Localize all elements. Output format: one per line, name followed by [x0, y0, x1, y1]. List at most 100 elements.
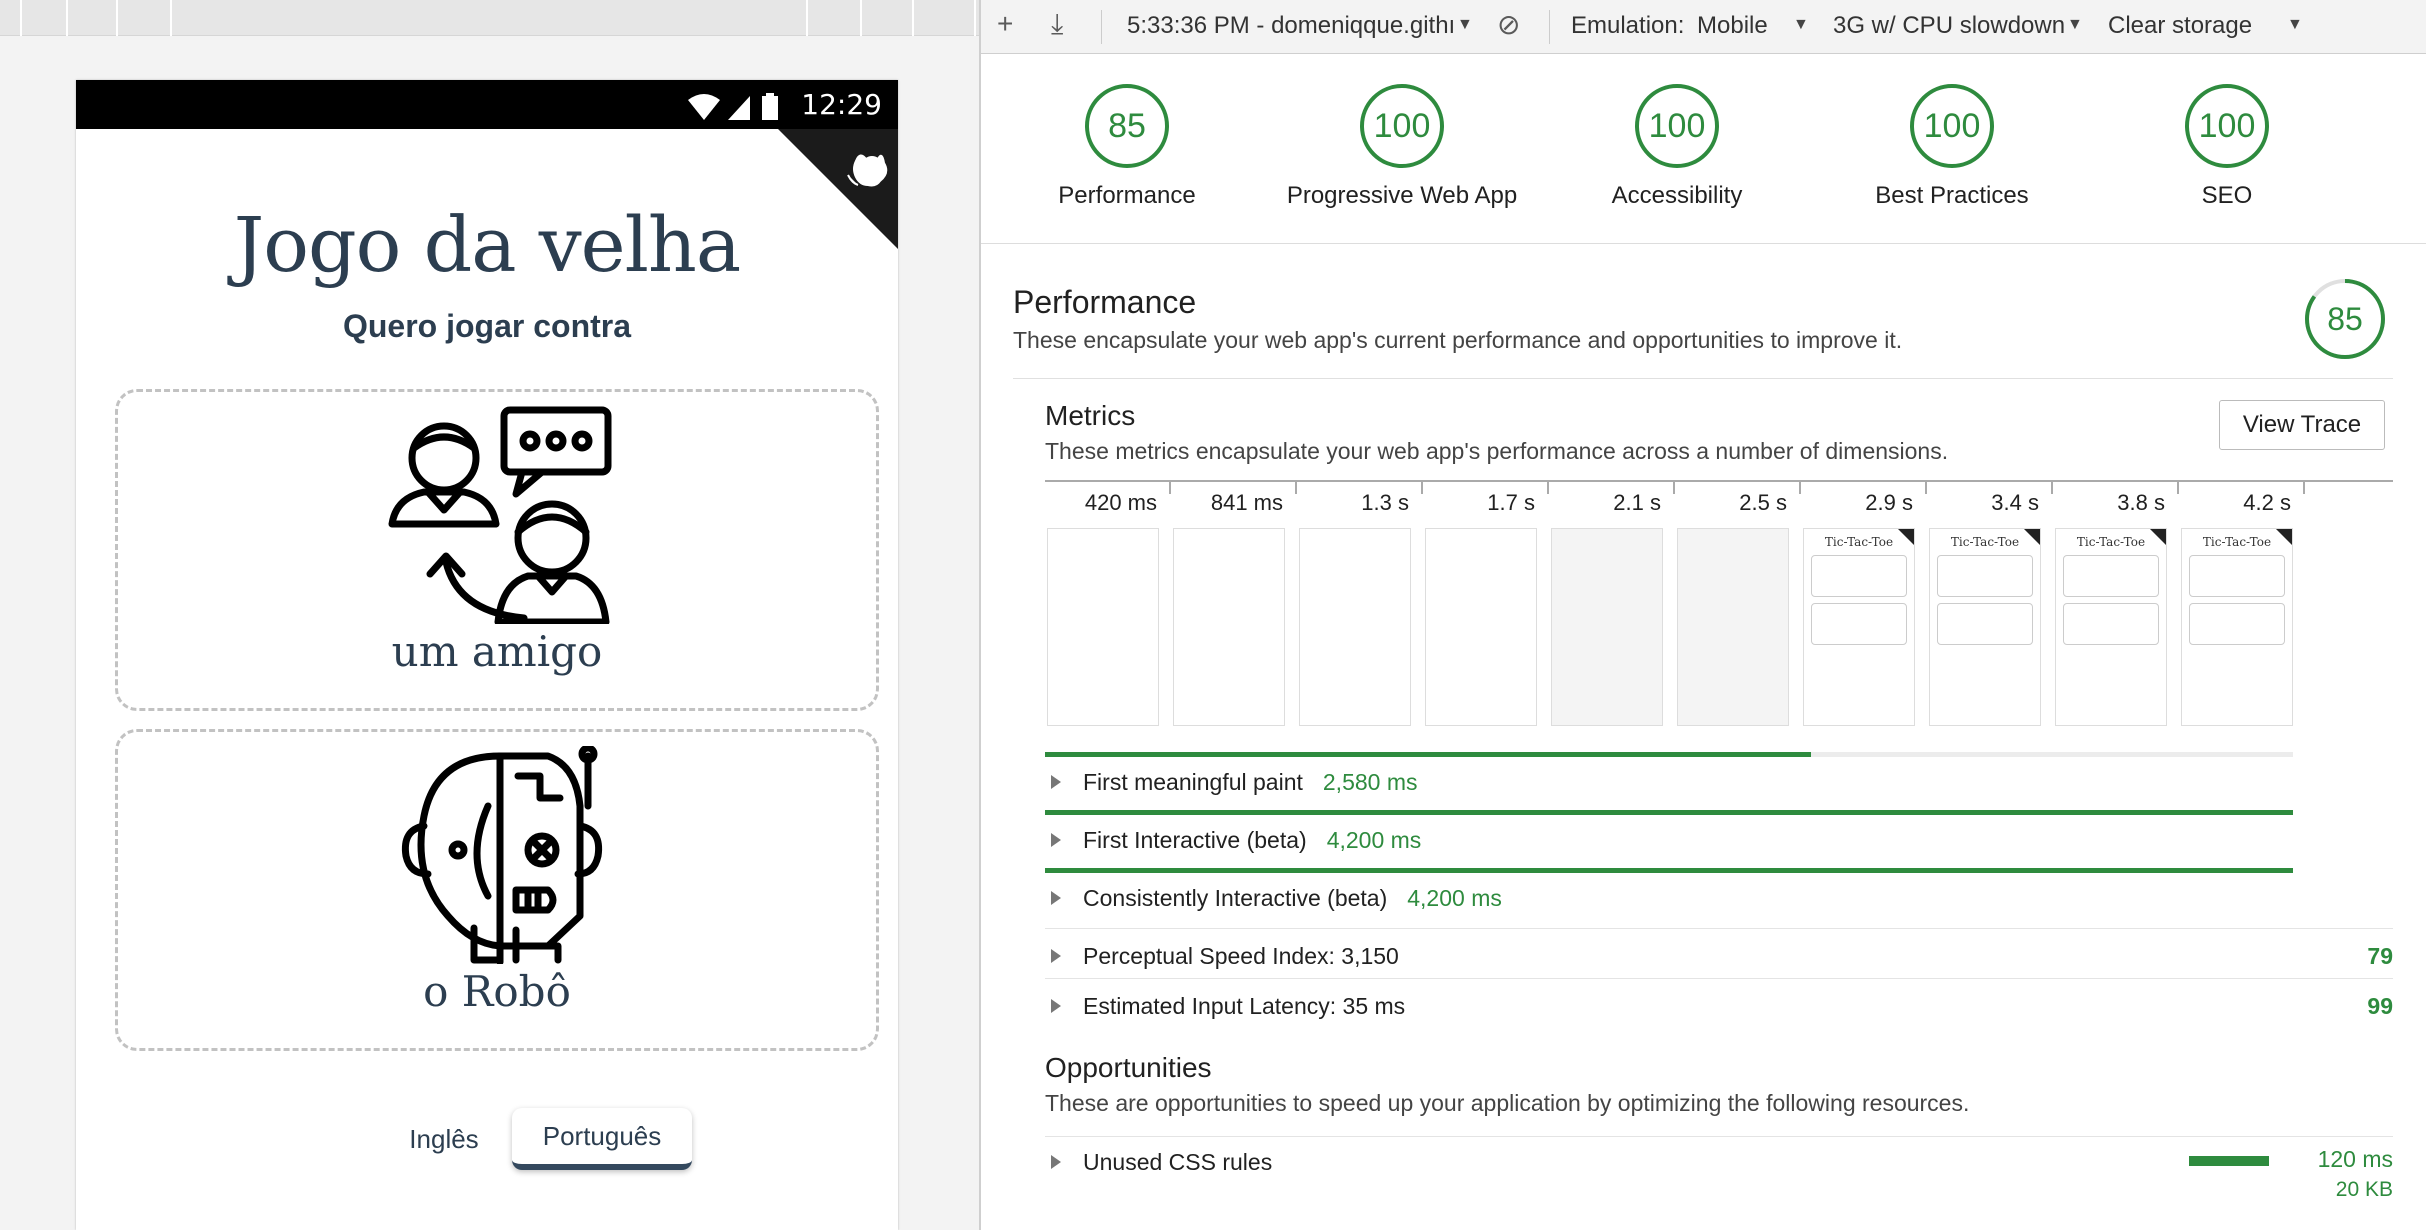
metric-value: 2,580 ms	[1322, 768, 1418, 795]
metric-row[interactable]: First meaningful paint 2,580 ms	[1045, 760, 2393, 804]
status-icons	[686, 92, 786, 127]
expand-triangle-icon[interactable]	[1051, 1155, 1061, 1169]
github-corner-thumb	[2024, 529, 2040, 545]
filmstrip-time: 2.1 s	[1613, 490, 1661, 515]
expand-triangle-icon[interactable]	[1051, 891, 1061, 905]
github-corner-thumb	[2276, 529, 2292, 545]
opportunities-description: These are opportunities to speed up your…	[1045, 1090, 1970, 1116]
metric-row[interactable]: First Interactive (beta) 4,200 ms	[1045, 818, 2393, 862]
opportunity-size-savings: 20 KB	[2335, 1178, 2393, 1201]
status-time: 12:29	[801, 88, 882, 121]
metrics-header: Metrics These metrics encapsulate your w…	[1045, 400, 2045, 465]
metric-row[interactable]: Perceptual Speed Index: 3,150 79	[1045, 934, 2393, 978]
language-english-button[interactable]: Inglês	[356, 1108, 532, 1170]
performance-title: Performance	[1013, 284, 1197, 320]
filmstrip-thumbnail	[1299, 528, 1411, 726]
metric-timeline-bar	[1045, 752, 2293, 757]
language-portuguese-button[interactable]: Português	[512, 1108, 692, 1170]
filmstrip: 420 ms 841 ms 1.3 s 1.7 s 2.1 s 2.5 s 2.9 s Tic…	[1045, 480, 2393, 730]
audits-panel: + ⤓ 5:33:36 PM - domeniqque.githı ▼ ⊘ Em…	[981, 0, 2426, 1230]
score-best-practices[interactable]: 100 Best Practices	[1812, 84, 2092, 210]
metrics-title: Metrics	[1045, 400, 1136, 431]
chevron-down-icon[interactable]: ▼	[2287, 16, 2303, 34]
expand-triangle-icon[interactable]	[1051, 999, 1061, 1013]
filmstrip-thumbnail	[1551, 528, 1663, 726]
github-corner-thumb	[2150, 529, 2166, 545]
play-vs-robot-card[interactable]: o Robô	[115, 729, 879, 1051]
filmstrip-thumbnail	[1173, 528, 1285, 726]
score-pwa[interactable]: 100 Progressive Web App	[1262, 84, 1542, 210]
play-vs-friend-card[interactable]: um amigo	[115, 389, 879, 711]
filmstrip-thumbnail: Tic-Tac-Toe	[2181, 528, 2293, 726]
score-gauge: 100	[1910, 84, 1994, 168]
wifi-icon	[688, 94, 720, 120]
opportunity-label: Unused CSS rules	[1083, 1148, 1273, 1175]
metric-row[interactable]: Consistently Interactive (beta) 4,200 ms	[1045, 876, 2393, 920]
robot-option-label: o Robô	[423, 967, 571, 1016]
score-gauge: 100	[1635, 84, 1719, 168]
expand-triangle-icon[interactable]	[1051, 949, 1061, 963]
score-performance[interactable]: 85 Performance	[987, 84, 1267, 210]
score-seo[interactable]: 100 SEO	[2087, 84, 2367, 210]
filmstrip-time: 3.8 s	[2117, 490, 2165, 515]
clear-all-icon[interactable]: ⊘	[1497, 8, 1520, 41]
metric-label: First meaningful paint	[1083, 768, 1303, 795]
language-switcher: Inglês Português	[76, 1108, 898, 1178]
filmstrip-thumbnail: Tic-Tac-Toe	[1929, 528, 2041, 726]
opportunities-title: Opportunities	[1045, 1052, 1212, 1083]
metric-timeline-bar	[1045, 810, 2293, 815]
audits-toolbar: + ⤓ 5:33:36 PM - domeniqque.githı ▼ ⊘ Em…	[981, 0, 2426, 54]
category-scores: 85 Performance 100 Progressive Web App 1…	[981, 54, 2426, 244]
battery-icon	[762, 96, 778, 120]
filmstrip-thumbnail	[1047, 528, 1159, 726]
metric-label: Perceptual Speed Index: 3,150	[1083, 942, 1399, 969]
filmstrip-time: 3.4 s	[1991, 490, 2039, 515]
signal-icon	[728, 96, 750, 120]
filmstrip-time: 1.3 s	[1361, 490, 1409, 515]
download-report-icon[interactable]: ⤓	[1051, 8, 1063, 41]
emulation-select[interactable]: Mobile	[1697, 12, 1768, 40]
metrics-description: These metrics encapsulate your web app's…	[1045, 438, 1949, 464]
filmstrip-thumbnail	[1677, 528, 1789, 726]
filmstrip-time: 2.9 s	[1865, 490, 1913, 515]
expand-triangle-icon[interactable]	[1051, 775, 1061, 789]
device-preview-pane: 12:29 Jogo da velha Quero jogar contra u…	[0, 0, 979, 1230]
metric-label: Consistently Interactive (beta)	[1083, 884, 1388, 911]
performance-score-value: 85	[2327, 300, 2363, 337]
chevron-down-icon[interactable]: ▼	[1793, 16, 1809, 34]
opportunity-savings-bar	[2189, 1156, 2269, 1166]
metric-timeline-bar	[1045, 868, 2293, 873]
score-label: Accessibility	[1611, 182, 1743, 209]
filmstrip-time: 2.5 s	[1739, 490, 1787, 515]
filmstrip-time: 1.7 s	[1487, 490, 1535, 515]
metric-row[interactable]: Estimated Input Latency: 35 ms 99	[1045, 984, 2393, 1028]
github-corner-thumb	[1898, 529, 1914, 545]
app-subtitle: Quero jogar contra	[342, 308, 632, 344]
view-trace-button[interactable]: View Trace	[2219, 400, 2385, 450]
filmstrip-thumbnail: Tic-Tac-Toe	[2055, 528, 2167, 726]
app-title: Jogo da velha	[233, 200, 741, 289]
emulation-label: Emulation:	[1571, 12, 1685, 39]
status-bar: 12:29	[76, 80, 898, 129]
report-select[interactable]: 5:33:36 PM - domeniqque.githı	[1127, 12, 1455, 40]
throttling-select[interactable]: 3G w/ CPU slowdown	[1833, 12, 2065, 40]
device-ruler	[0, 0, 979, 36]
score-label: Progressive Web App	[1286, 182, 1518, 209]
opportunity-time-savings: 120 ms	[2317, 1146, 2393, 1172]
filmstrip-time: 420 ms	[1084, 490, 1157, 515]
storage-select[interactable]: Clear storage	[2108, 12, 2252, 40]
performance-description: These encapsulate your web app's current…	[1013, 327, 1903, 353]
score-label: Best Practices	[1875, 182, 2029, 209]
filmstrip-time: 4.2 s	[2243, 490, 2291, 515]
metric-label: First Interactive (beta)	[1083, 826, 1307, 853]
filmstrip-thumbnail: Tic-Tac-Toe	[1803, 528, 1915, 726]
expand-triangle-icon[interactable]	[1051, 833, 1061, 847]
opportunities-header: Opportunities These are opportunities to…	[1045, 1052, 2245, 1117]
chevron-down-icon[interactable]: ▼	[2067, 16, 2083, 34]
filmstrip-thumbnail	[1425, 528, 1537, 726]
score-accessibility[interactable]: 100 Accessibility	[1537, 84, 1817, 210]
new-audit-icon[interactable]: +	[997, 8, 1013, 40]
chevron-down-icon[interactable]: ▼	[1457, 16, 1473, 34]
score-label: SEO	[2201, 182, 2253, 209]
metric-score: 79	[2367, 942, 2393, 969]
